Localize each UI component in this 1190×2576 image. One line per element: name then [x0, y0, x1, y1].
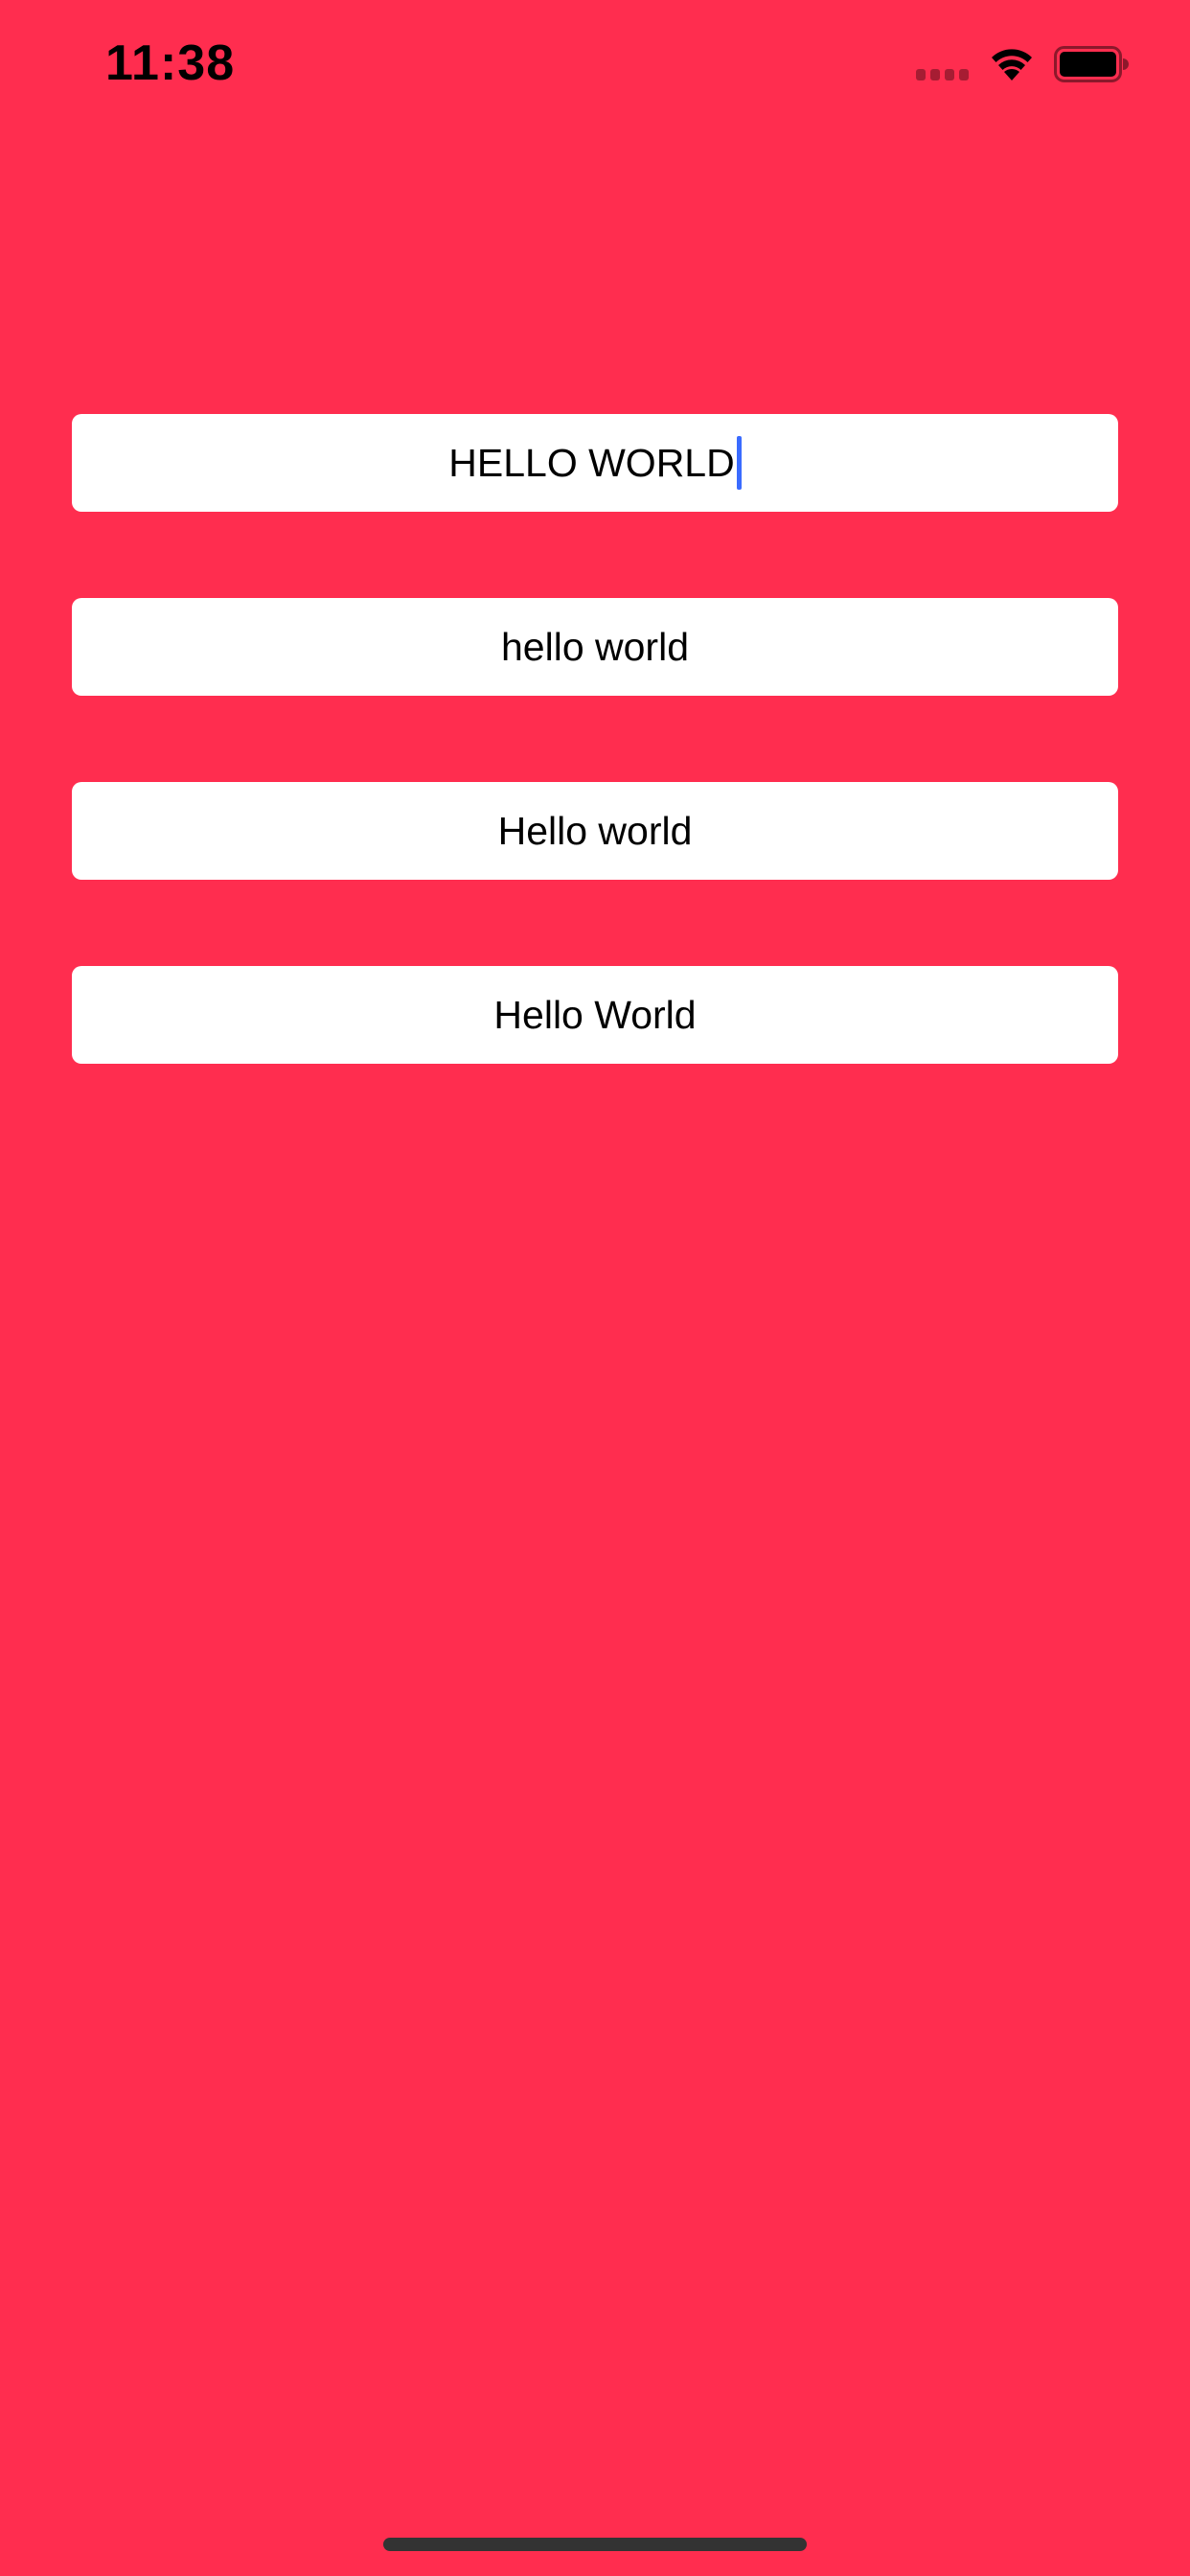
text-field-title-case[interactable]: Hello World	[72, 966, 1118, 1064]
home-indicator[interactable]	[383, 2538, 807, 2551]
text-field-lowercase[interactable]: hello world	[72, 598, 1118, 696]
status-time: 11:38	[105, 35, 236, 91]
text-field-uppercase[interactable]: HELLO WORLD	[72, 414, 1118, 512]
text-field-value: hello world	[501, 624, 689, 669]
text-field-value: Hello world	[497, 808, 693, 853]
status-bar: 11:38	[0, 0, 1190, 134]
text-field-value: HELLO WORLD	[448, 440, 735, 485]
text-cursor	[736, 436, 742, 490]
battery-icon	[1054, 46, 1129, 82]
cellular-signal-icon	[916, 69, 970, 82]
wifi-icon	[992, 49, 1032, 80]
text-field-sentence-case[interactable]: Hello world	[72, 782, 1118, 880]
text-field-value: Hello World	[493, 992, 697, 1037]
